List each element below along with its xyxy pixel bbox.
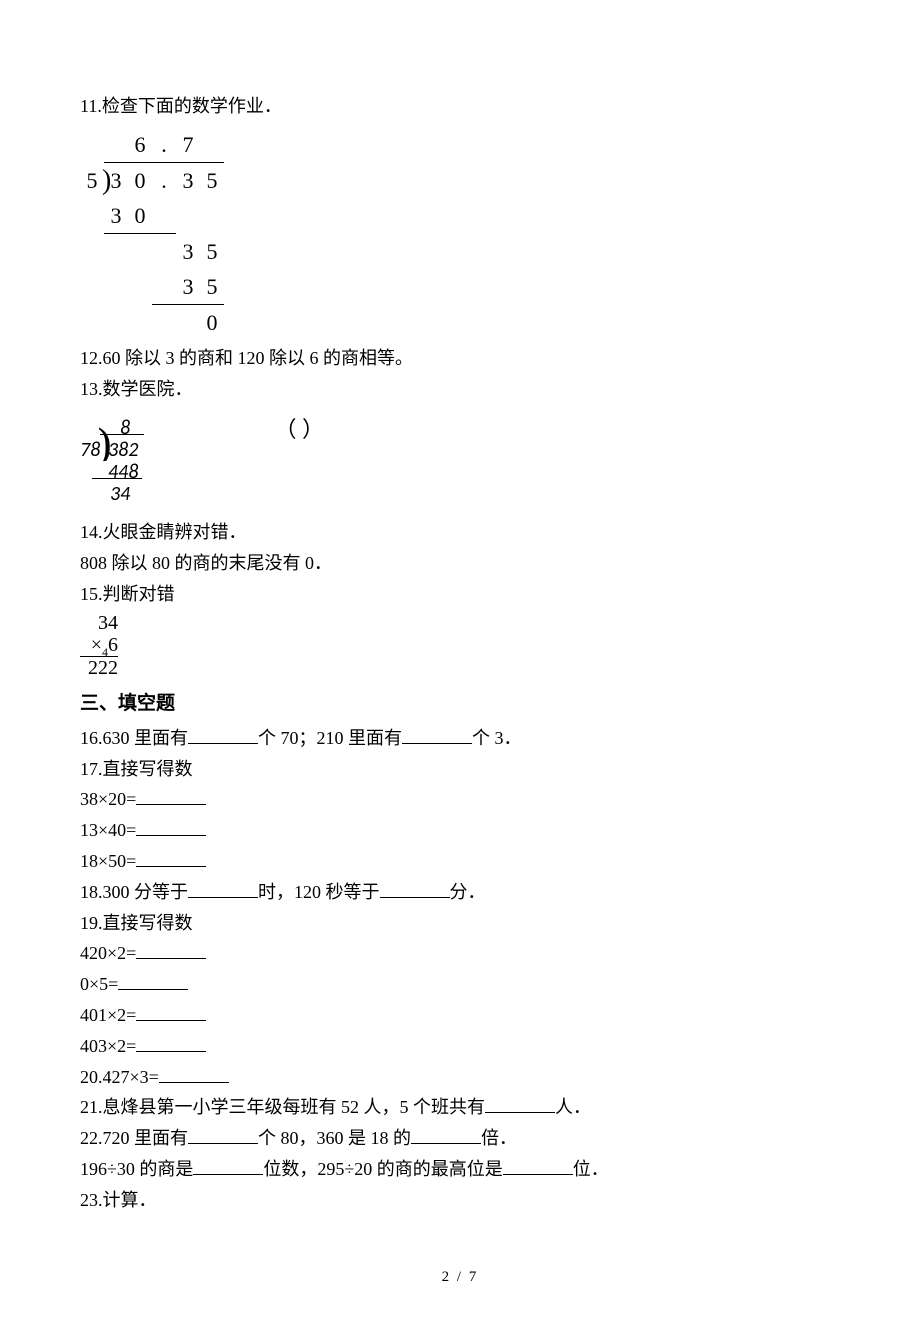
blank <box>193 1156 263 1175</box>
q19: 19.直接写得数 <box>80 909 840 938</box>
q19b-line: 0×5= <box>80 970 840 999</box>
d1-s3a: 3 <box>176 269 200 305</box>
q17a-line: 38×20= <box>80 785 840 814</box>
blank <box>136 786 206 805</box>
q17a: 38×20= <box>80 789 136 809</box>
q16a: 16.630 里面有 <box>80 728 188 748</box>
d1-s2a: 3 <box>176 234 200 269</box>
blank <box>136 1002 206 1021</box>
q15-digit: 6 <box>108 634 118 656</box>
q17c: 18×50= <box>80 851 136 871</box>
d1-div4: 5 <box>200 162 224 198</box>
d1-div2: . <box>152 162 176 198</box>
q19c-line: 401×2= <box>80 1001 840 1030</box>
blank <box>118 971 188 990</box>
q16: 16.630 里面有 个 70；210 里面有 个 3． <box>80 724 840 753</box>
q19d: 403×2= <box>80 1036 136 1056</box>
q18a: 18.300 分等于 <box>80 882 188 902</box>
q23: 23.计算． <box>80 1186 840 1215</box>
q15-sign: × <box>91 634 102 656</box>
q20: 20.427×3= <box>80 1067 159 1087</box>
q13-long-division: 8 78 382 448 34 （ ） <box>80 412 840 512</box>
page-number: 2 / 7 <box>80 1265 840 1289</box>
q22-l1: 22.720 里面有 个 80，360 是 18 的 倍． <box>80 1124 840 1153</box>
q18: 18.300 分等于 时，120 秒等于 分． <box>80 878 840 907</box>
d1-div1: 0 <box>128 162 152 198</box>
q15-multiplication: 34 ×46 222 <box>80 612 118 679</box>
blank <box>380 879 450 898</box>
q15-res: 222 <box>80 657 118 679</box>
q21b: 人． <box>555 1097 591 1117</box>
q14b: 808 除以 80 的商的末尾没有 0． <box>80 549 840 578</box>
d1-divisor: 5 <box>80 162 104 198</box>
q16b: 个 70；210 里面有 <box>258 728 402 748</box>
q22d: 196÷30 的商是 <box>80 1159 193 1179</box>
d1-s1b: 0 <box>128 198 152 234</box>
blank <box>159 1064 229 1083</box>
q14a: 14.火眼金睛辨对错． <box>80 518 840 547</box>
q22a: 22.720 里面有 <box>80 1128 188 1148</box>
q22e: 位数，295÷20 的商的最高位是 <box>263 1159 502 1179</box>
blank <box>411 1125 481 1144</box>
section-3-heading: 三、填空题 <box>80 689 840 719</box>
d1-q0: 6 <box>128 127 152 163</box>
q22f: 位． <box>573 1159 609 1179</box>
d1-div0: 3 <box>111 168 122 193</box>
d1-rem: 0 <box>200 305 224 341</box>
q12: 12.60 除以 3 的商和 120 除以 6 的商相等。 <box>80 344 840 373</box>
q19b: 0×5= <box>80 974 118 994</box>
q20-line: 20.427×3= <box>80 1063 840 1092</box>
q11-text: 11.检查下面的数学作业． <box>80 92 840 121</box>
blank <box>503 1156 573 1175</box>
d1-s3b: 5 <box>200 269 224 305</box>
d1-s2b: 5 <box>200 234 224 269</box>
blank <box>485 1094 555 1113</box>
q11-long-division: 6 . 7 5 ) 3 0 . 3 5 3 0 <box>80 127 840 341</box>
blank <box>188 1125 258 1144</box>
q13-text: 13.数学医院． <box>80 375 840 404</box>
q21: 21.息烽县第一小学三年级每班有 52 人，5 个班共有 人． <box>80 1093 840 1122</box>
q19a: 420×2= <box>80 943 136 963</box>
q22c: 倍． <box>481 1128 517 1148</box>
q17b-line: 13×40= <box>80 816 840 845</box>
q22b: 个 80，360 是 18 的 <box>258 1128 411 1148</box>
q19a-line: 420×2= <box>80 939 840 968</box>
q19c: 401×2= <box>80 1005 136 1025</box>
d1-q2: 7 <box>176 127 200 163</box>
q13-divisor: 78 <box>80 434 100 466</box>
q18b: 时，120 秒等于 <box>258 882 380 902</box>
blank <box>188 879 258 898</box>
q15-a: 34 <box>80 612 118 634</box>
blank <box>136 1033 206 1052</box>
q17b: 13×40= <box>80 820 136 840</box>
q22-l2: 196÷30 的商是 位数，295÷20 的商的最高位是 位． <box>80 1155 840 1184</box>
q21a: 21.息烽县第一小学三年级每班有 52 人，5 个班共有 <box>80 1097 485 1117</box>
q13-diff: 34 <box>110 478 130 510</box>
q18c: 分． <box>450 882 486 902</box>
blank <box>136 817 206 836</box>
d1-q1: . <box>152 127 176 163</box>
q15: 15.判断对错 <box>80 580 840 609</box>
blank <box>136 940 206 959</box>
q17c-line: 18×50= <box>80 847 840 876</box>
blank <box>136 848 206 867</box>
q13-paren: （ ） <box>275 412 325 447</box>
blank <box>188 725 258 744</box>
q19d-line: 403×2= <box>80 1032 840 1061</box>
q16c: 个 3． <box>472 728 522 748</box>
d1-div3: 3 <box>176 162 200 198</box>
blank <box>402 725 472 744</box>
q17: 17.直接写得数 <box>80 755 840 784</box>
document-page: 11.检查下面的数学作业． 6 . 7 5 ) 3 0 . 3 5 <box>0 0 920 1329</box>
